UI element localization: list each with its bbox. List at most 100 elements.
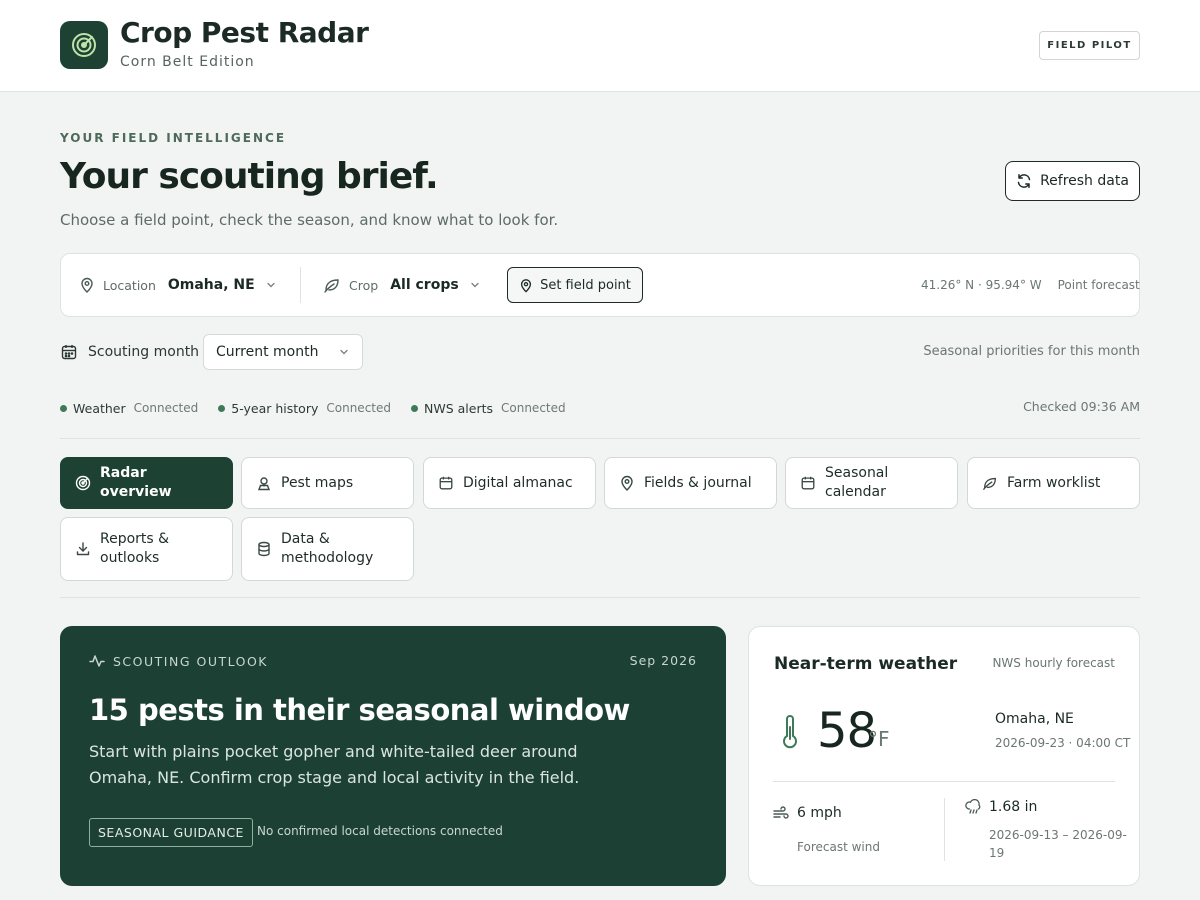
status-name: 5-year history xyxy=(231,400,319,416)
database-icon xyxy=(256,541,272,557)
scouting-month-label: Scouting month xyxy=(60,334,199,370)
weather-title: Near-term weather xyxy=(774,654,958,674)
status-weather: Weather Connected xyxy=(60,401,198,416)
tab-label: Digital almanac xyxy=(463,474,573,491)
outlook-date: Sep 2026 xyxy=(629,653,697,668)
tab-digital-almanac[interactable]: Digital almanac xyxy=(423,457,596,509)
outlook-kicker-text: SCOUTING OUTLOOK xyxy=(113,653,268,669)
tab-radar-overview[interactable]: Radar overview xyxy=(60,457,233,509)
leaf-icon xyxy=(982,475,998,491)
tab-farm-worklist[interactable]: Farm worklist xyxy=(967,457,1140,509)
month-select[interactable]: Current month xyxy=(203,334,363,370)
tab-fields-journal[interactable]: Fields & journal xyxy=(604,457,777,509)
location-pin-icon xyxy=(519,278,533,293)
forecast-type: Point forecast xyxy=(1057,278,1140,292)
refresh-icon xyxy=(1016,173,1032,189)
set-field-point-button[interactable]: Set field point xyxy=(507,267,643,303)
coords-readout: 41.26° N · 95.94° W Point forecast xyxy=(921,254,1140,316)
status-value: Connected xyxy=(501,401,566,415)
seasonal-note: Seasonal priorities for this month xyxy=(923,344,1140,359)
weather-city: Omaha, NE xyxy=(995,711,1074,727)
temperature-unit: °F xyxy=(868,727,890,751)
divider xyxy=(773,781,1115,782)
radar-logo-icon xyxy=(60,21,108,69)
app-title: Crop Pest Radar xyxy=(120,16,369,49)
page-lede: Choose a field point, check the season, … xyxy=(60,211,559,229)
chevron-down-icon xyxy=(338,346,350,358)
tab-pest-maps[interactable]: Pest maps xyxy=(241,457,414,509)
location-pin-icon xyxy=(79,277,95,293)
status-value: Connected xyxy=(326,401,391,415)
status-dot xyxy=(218,404,226,412)
leaf-icon xyxy=(323,277,341,293)
coords-value: 41.26° N · 95.94° W xyxy=(921,278,1042,292)
map-pin-icon xyxy=(256,475,272,491)
calendar-icon xyxy=(800,475,816,491)
connection-status: Weather Connected 5-year history Connect… xyxy=(60,399,566,417)
tab-label: Fields & journal xyxy=(644,474,752,491)
weather-source: NWS hourly forecast xyxy=(992,656,1115,670)
activity-icon xyxy=(89,653,105,669)
outlook-body: Start with plains pocket gopher and whit… xyxy=(89,742,580,787)
refresh-label: Refresh data xyxy=(1040,173,1129,189)
wind-icon xyxy=(773,806,789,820)
divider xyxy=(300,267,301,303)
wind-label: Forecast wind xyxy=(797,840,880,854)
status-name: Weather xyxy=(73,400,126,416)
intro-eyebrow: YOUR FIELD INTELLIGENCE xyxy=(60,131,287,145)
divider xyxy=(60,597,1140,598)
location-key: Location xyxy=(103,277,156,293)
seasonal-guidance-badge: SEASONAL GUIDANCE xyxy=(89,818,253,847)
last-checked: Checked 09:36 AM xyxy=(1023,399,1140,414)
rain-cloud-icon xyxy=(965,799,982,815)
thermometer-icon xyxy=(781,715,799,749)
location-bar: Location Omaha, NE Crop All crops Set fi… xyxy=(60,253,1140,317)
status-name: NWS alerts xyxy=(424,400,493,416)
refresh-button[interactable]: Refresh data xyxy=(1005,161,1140,201)
download-icon xyxy=(75,541,91,557)
detections-note: No confirmed local detections connected xyxy=(257,824,503,838)
status-dot xyxy=(60,404,67,412)
calendar-icon xyxy=(438,475,454,491)
wind-readout: 6 mph xyxy=(773,805,842,821)
status-value: Connected xyxy=(133,401,199,415)
status-alerts: NWS alerts Connected xyxy=(411,401,566,416)
rain-readout: 1.68 in xyxy=(965,799,1037,815)
chevron-down-icon xyxy=(265,279,277,291)
calendar-icon xyxy=(60,343,78,361)
tab-reports-outlooks[interactable]: Reports & outlooks xyxy=(60,517,233,581)
outlook-kicker: SCOUTING OUTLOOK xyxy=(89,653,268,669)
scouting-outlook-card: SCOUTING OUTLOOK Sep 2026 15 pests in th… xyxy=(60,626,726,886)
tab-label: Radar overview xyxy=(100,465,172,500)
tab-label: Pest maps xyxy=(281,474,354,491)
weather-card: Near-term weather NWS hourly forecast 58… xyxy=(748,626,1140,886)
divider xyxy=(60,438,1140,439)
tab-label: Reports & outlooks xyxy=(100,531,170,566)
tab-label: Farm worklist xyxy=(1007,474,1101,491)
outlook-heading: 15 pests in their seasonal window xyxy=(89,693,630,727)
location-icon xyxy=(619,475,635,491)
wind-value: 6 mph xyxy=(797,805,842,821)
month-select-value: Current month xyxy=(216,344,319,360)
set-field-point-label: Set field point xyxy=(540,277,631,293)
location-select[interactable]: Location Omaha, NE xyxy=(79,254,277,316)
scouting-month-text: Scouting month xyxy=(88,344,200,360)
tab-data-methodology[interactable]: Data & methodology xyxy=(241,517,414,581)
rain-range: 2026-09-13 – 2026-09-19 xyxy=(989,828,1127,860)
page-title: Your scouting brief. xyxy=(60,156,439,197)
tab-label: Seasonal calendar xyxy=(825,465,889,500)
divider xyxy=(944,798,945,861)
location-value: Omaha, NE xyxy=(167,277,255,293)
rain-value: 1.68 in xyxy=(989,799,1038,815)
crop-key: Crop xyxy=(349,277,379,293)
field-pilot-badge: FIELD PILOT xyxy=(1039,31,1140,60)
tab-label: Data & methodology xyxy=(281,531,374,566)
status-history: 5-year history Connected xyxy=(218,401,391,416)
radar-icon xyxy=(75,475,91,491)
crop-value: All crops xyxy=(390,277,459,293)
tab-seasonal-calendar[interactable]: Seasonal calendar xyxy=(785,457,958,509)
crop-select[interactable]: Crop All crops xyxy=(323,254,481,316)
status-dot xyxy=(411,404,418,412)
app-subtitle: Corn Belt Edition xyxy=(120,54,255,70)
weather-time: 2026-09-23 · 04:00 CT xyxy=(995,736,1131,750)
